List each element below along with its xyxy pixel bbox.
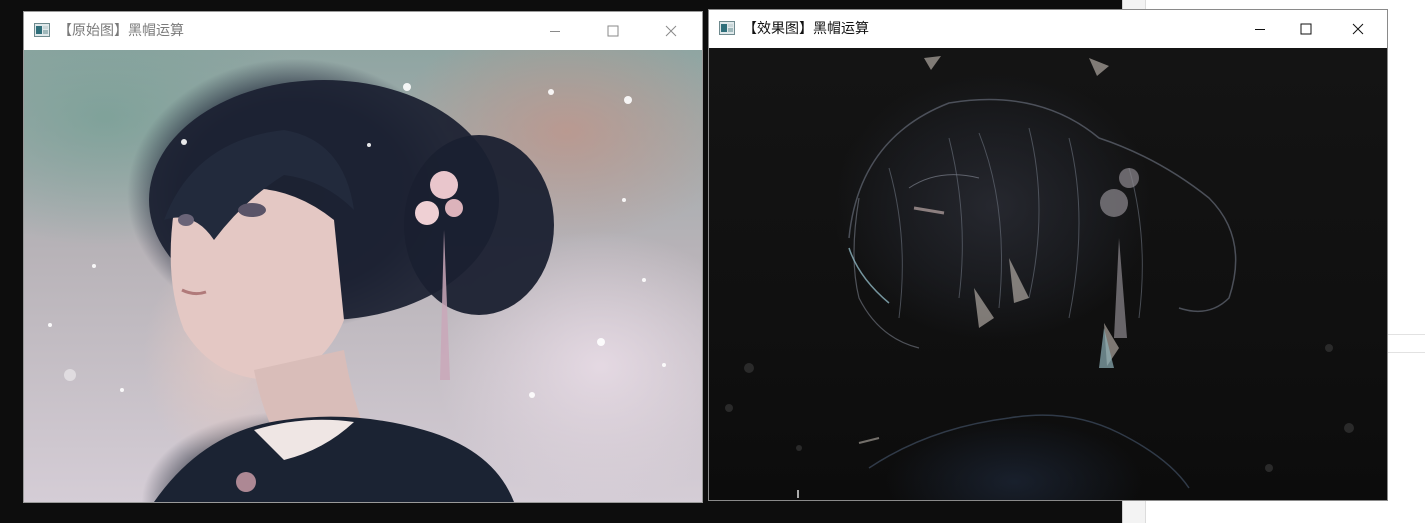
portrait-artwork xyxy=(48,80,666,502)
maximize-button[interactable] xyxy=(590,12,636,50)
window-title: 【原始图】黑帽运算 xyxy=(58,23,184,39)
close-icon xyxy=(1352,23,1364,35)
maximize-icon xyxy=(607,25,619,37)
minimize-icon xyxy=(1255,29,1265,30)
opencv-window-icon xyxy=(719,21,735,35)
blackhat-artwork xyxy=(725,56,1354,498)
close-button[interactable] xyxy=(1335,10,1381,48)
maximize-icon xyxy=(1300,23,1312,35)
close-button[interactable] xyxy=(648,12,694,50)
title-bar[interactable]: 【原始图】黑帽运算 xyxy=(24,12,702,50)
original-image-window[interactable]: 【原始图】黑帽运算 xyxy=(23,11,703,503)
maximize-button[interactable] xyxy=(1283,10,1329,48)
title-bar[interactable]: 【效果图】黑帽运算 xyxy=(709,10,1387,48)
minimize-icon xyxy=(550,31,560,32)
result-image xyxy=(709,48,1387,500)
window-title: 【效果图】黑帽运算 xyxy=(743,21,869,37)
opencv-window-icon xyxy=(34,23,50,37)
minimize-button[interactable] xyxy=(532,12,578,50)
minimize-button[interactable] xyxy=(1237,10,1283,48)
original-image xyxy=(24,50,702,502)
close-icon xyxy=(665,25,677,37)
result-image-window[interactable]: 【效果图】黑帽运算 xyxy=(708,9,1388,501)
